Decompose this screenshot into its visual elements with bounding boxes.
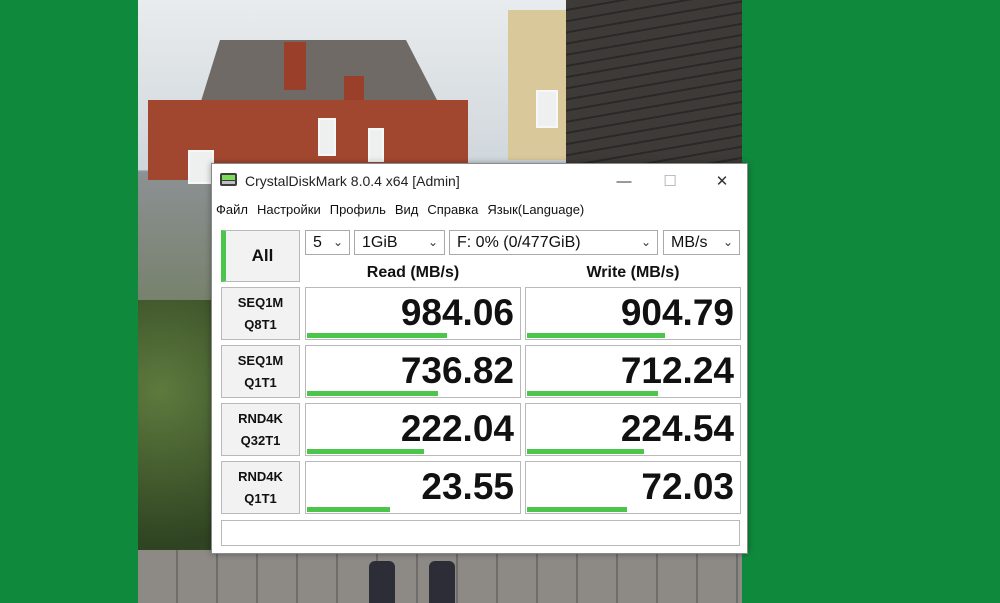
menu-settings[interactable]: Настройки (253, 200, 326, 220)
title-bar[interactable]: CrystalDiskMark 8.0.4 x64 [Admin] — ☐ ✕ (212, 164, 747, 198)
test-count-select[interactable]: 5 ⌄ (305, 230, 350, 255)
test-label-line2: Q1T1 (244, 374, 277, 390)
write-bar (527, 507, 627, 512)
write-value: 224.54 (620, 408, 734, 449)
read-bar (307, 333, 447, 338)
menu-file[interactable]: Файл (212, 200, 253, 220)
read-result: 984.06 (305, 287, 521, 340)
minimize-button[interactable]: — (601, 164, 647, 198)
read-result: 222.04 (305, 403, 521, 456)
wood-cladding (566, 0, 742, 165)
minimize-icon: — (616, 172, 632, 190)
person-feet (363, 555, 463, 603)
read-value: 736.82 (400, 350, 514, 391)
foot (429, 561, 455, 603)
chimney (284, 42, 306, 90)
write-result: 712.24 (525, 345, 741, 398)
house-window (318, 118, 336, 156)
write-value: 72.03 (641, 466, 734, 507)
read-bar (307, 507, 390, 512)
close-button[interactable]: ✕ (699, 164, 745, 198)
write-bar (527, 391, 658, 396)
test-label-line2: Q1T1 (244, 490, 277, 506)
menu-language[interactable]: Язык(Language) (483, 200, 589, 220)
write-value: 712.24 (620, 350, 734, 391)
unit-value: MB/s (671, 234, 708, 251)
chevron-down-icon: ⌄ (332, 235, 343, 249)
write-bar (527, 333, 665, 338)
write-bar (527, 449, 644, 454)
read-value: 222.04 (400, 408, 514, 449)
window-title: CrystalDiskMark 8.0.4 x64 [Admin] (245, 173, 460, 189)
test-size-select[interactable]: 1GiB ⌄ (354, 230, 445, 255)
chevron-down-icon: ⌄ (640, 235, 651, 249)
foot (369, 561, 395, 603)
menu-view[interactable]: Вид (391, 200, 424, 220)
write-result: 224.54 (525, 403, 741, 456)
test-button-seq1m-q1t1[interactable]: SEQ1M Q1T1 (221, 345, 300, 398)
test-label-line2: Q32T1 (240, 432, 281, 448)
drive-select[interactable]: F: 0% (0/477GiB) ⌄ (449, 230, 658, 255)
menu-profile[interactable]: Профиль (326, 200, 391, 220)
close-icon: ✕ (715, 173, 729, 190)
read-header: Read (MB/s) (366, 264, 460, 281)
test-count-value: 5 (313, 234, 322, 251)
app-icon (220, 171, 237, 188)
test-button-seq1m-q8t1[interactable]: SEQ1M Q8T1 (221, 287, 300, 340)
maximize-icon: ☐ (663, 173, 677, 190)
drive-value: F: 0% (0/477GiB) (457, 234, 581, 251)
run-all-label: All (251, 246, 274, 265)
menu-bar: Файл Настройки Профиль Вид Справка Язык(… (212, 200, 589, 220)
test-label-line1: SEQ1M (237, 352, 284, 368)
test-label-line1: RND4K (238, 410, 283, 426)
read-result: 736.82 (305, 345, 521, 398)
comment-input[interactable] (221, 520, 740, 546)
read-result: 23.55 (305, 461, 521, 514)
read-bar (307, 391, 438, 396)
write-result: 904.79 (525, 287, 741, 340)
test-label-line1: SEQ1M (237, 294, 284, 310)
test-label-line2: Q8T1 (244, 316, 277, 332)
read-value: 23.55 (421, 466, 514, 507)
maximize-button[interactable]: ☐ (647, 164, 693, 198)
write-header: Write (MB/s) (586, 264, 680, 281)
test-label-line1: RND4K (238, 468, 283, 484)
run-all-button[interactable]: All (221, 230, 300, 282)
house-window (536, 90, 558, 128)
test-button-rnd4k-q32t1[interactable]: RND4K Q32T1 (221, 403, 300, 456)
house-window (368, 128, 384, 162)
write-value: 904.79 (620, 292, 734, 333)
chevron-down-icon: ⌄ (427, 235, 438, 249)
crystaldiskmark-window: CrystalDiskMark 8.0.4 x64 [Admin] — ☐ ✕ … (211, 163, 748, 554)
read-bar (307, 449, 424, 454)
chevron-down-icon: ⌄ (722, 235, 733, 249)
menu-help[interactable]: Справка (423, 200, 483, 220)
write-result: 72.03 (525, 461, 741, 514)
unit-select[interactable]: MB/s ⌄ (663, 230, 740, 255)
test-size-value: 1GiB (362, 234, 398, 251)
test-button-rnd4k-q1t1[interactable]: RND4K Q1T1 (221, 461, 300, 514)
read-value: 984.06 (400, 292, 514, 333)
